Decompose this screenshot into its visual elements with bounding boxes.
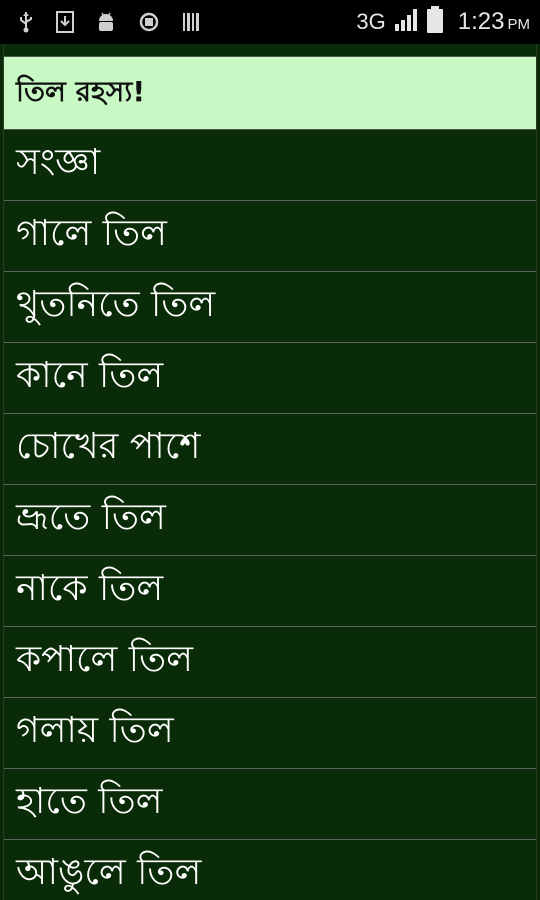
list-item[interactable]: কপালে তিল [4, 627, 536, 698]
signal-icon [394, 8, 418, 36]
clock: 1:23 PM [458, 8, 530, 36]
list-item-label: চোখের পাশে [16, 426, 201, 467]
list-item-label: ভ্রূতে তিল [16, 497, 166, 538]
clock-ampm: PM [507, 16, 531, 33]
list-item[interactable]: গলায় তিল [4, 698, 536, 769]
barcode-icon [182, 12, 200, 32]
notification-icons [18, 11, 200, 33]
list-item[interactable]: কানে তিল [4, 343, 536, 414]
list-item[interactable]: নাকে তিল [4, 556, 536, 627]
clock-time: 1:23 [457, 8, 505, 35]
list-item-label: নাকে তিল [16, 568, 164, 609]
status-bar: 3G 1:23 PM [0, 0, 540, 44]
list-item[interactable]: ভ্রূতে তিল [4, 485, 536, 556]
list-item-label: গলায় তিল [16, 710, 174, 751]
list-item[interactable]: চোখের পাশে [4, 414, 536, 485]
network-type-label: 3G [356, 9, 386, 34]
list-item-label: থুতনিতে তিল [16, 284, 216, 325]
list-item[interactable]: আঙুলে তিল [4, 840, 536, 900]
list-item-label: সংজ্ঞা [16, 142, 101, 183]
list-header: তিল রহস্য! [4, 57, 536, 130]
system-indicators: 3G 1:23 PM [356, 6, 530, 38]
list-item-label: কানে তিল [16, 355, 164, 396]
list-item[interactable]: গালে তিল [4, 201, 536, 272]
android-debug-icon [96, 11, 116, 33]
usb-icon [18, 11, 34, 33]
list-item[interactable]: সংজ্ঞা [4, 130, 536, 201]
sync-icon [138, 11, 160, 33]
list-item-label: আঙুলে তিল [16, 852, 202, 893]
list-header-label: তিল রহস্য! [16, 74, 146, 108]
topic-list[interactable]: তিল রহস্য! সংজ্ঞা গালে তিল থুতনিতে তিল ক… [3, 44, 537, 900]
list-item-label: গালে তিল [16, 213, 167, 254]
list-item[interactable]: থুতনিতে তিল [4, 272, 536, 343]
list-item[interactable]: হাতে তিল [4, 769, 536, 840]
app-content: তিল রহস্য! সংজ্ঞা গালে তিল থুতনিতে তিল ক… [0, 44, 540, 900]
list-item-partial-top[interactable] [4, 44, 536, 57]
battery-icon [426, 6, 444, 38]
download-icon [56, 11, 74, 33]
list-item-label: কপালে তিল [16, 639, 193, 680]
list-item-label: হাতে তিল [16, 781, 163, 822]
